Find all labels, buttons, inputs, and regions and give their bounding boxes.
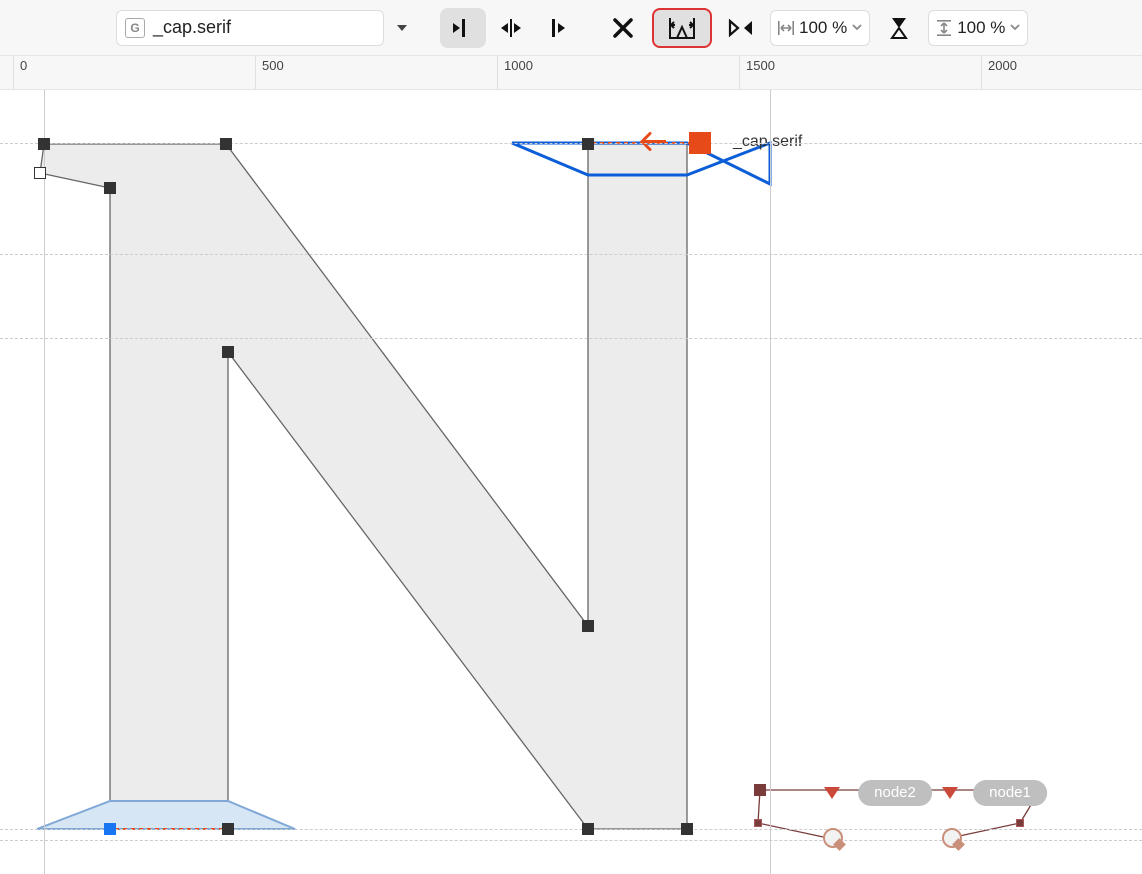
horizontal-guide <box>0 254 1142 255</box>
align-left-button[interactable] <box>440 8 486 48</box>
horizontal-arrows-icon <box>777 19 795 37</box>
ruler-tick: 1500 <box>739 56 775 89</box>
path-node[interactable] <box>582 138 594 150</box>
vertical-guide <box>770 90 771 874</box>
ruler-tick: 0 <box>13 56 27 89</box>
chevron-down-icon <box>851 18 863 38</box>
horizontal-guide <box>0 143 1142 144</box>
ruler-tick: 1000 <box>497 56 533 89</box>
path-node[interactable] <box>104 182 116 194</box>
align-right-button[interactable] <box>536 8 582 48</box>
glyph-selector[interactable]: G _cap.serif <box>116 10 384 46</box>
hourglass-icon[interactable] <box>876 8 922 48</box>
close-button[interactable] <box>600 8 646 48</box>
alignment-tools <box>440 8 582 48</box>
ruler-tick: 500 <box>255 56 284 89</box>
path-node[interactable] <box>222 346 234 358</box>
ruler-tick: 2000 <box>981 56 1017 89</box>
mirror-button[interactable] <box>718 8 764 48</box>
horizontal-scale-value: 100 % <box>799 18 847 38</box>
component-marker-icon[interactable] <box>942 828 962 848</box>
fit-width-button[interactable] <box>652 8 712 48</box>
vertical-scale-field[interactable]: 100 % <box>928 10 1028 46</box>
vertical-arrows-icon <box>935 19 953 37</box>
horizontal-guide <box>0 840 1142 841</box>
horizontal-scale-field[interactable]: 100 % <box>770 10 870 46</box>
glyph-type-icon: G <box>125 18 145 38</box>
path-node[interactable] <box>689 132 711 154</box>
path-node[interactable] <box>38 138 50 150</box>
path-node[interactable] <box>34 167 46 179</box>
path-node[interactable] <box>681 823 693 835</box>
path-node[interactable] <box>222 823 234 835</box>
horizontal-guide <box>0 829 1142 830</box>
glyph-canvas[interactable]: _cap.serif node2 node1 <box>0 90 1142 874</box>
path-node[interactable] <box>1016 819 1024 827</box>
vertical-scale-value: 100 % <box>957 18 1005 38</box>
vertical-guide <box>44 90 45 874</box>
component-marker-icon[interactable] <box>823 828 843 848</box>
anchor-triangle-icon <box>824 787 840 799</box>
anchor-name-badge[interactable]: node2 <box>858 780 932 806</box>
horizontal-guide <box>0 338 1142 339</box>
component-name-label: _cap.serif <box>733 133 802 151</box>
path-node[interactable] <box>220 138 232 150</box>
horizontal-ruler[interactable]: 0 500 1000 1500 2000 <box>0 56 1142 90</box>
path-node[interactable] <box>754 784 766 796</box>
anchor-name-badge[interactable]: node1 <box>973 780 1047 806</box>
path-node[interactable] <box>582 823 594 835</box>
chevron-down-icon <box>1009 18 1021 38</box>
align-center-button[interactable] <box>488 8 534 48</box>
anchor-triangle-icon <box>942 787 958 799</box>
path-node[interactable] <box>104 823 116 835</box>
toolbar: G _cap.serif <box>0 0 1142 56</box>
glyph-selector-caret[interactable] <box>390 10 414 46</box>
path-node[interactable] <box>754 819 762 827</box>
path-node[interactable] <box>582 620 594 632</box>
glyph-outline <box>0 90 1142 874</box>
glyph-name-field[interactable]: _cap.serif <box>153 17 375 38</box>
